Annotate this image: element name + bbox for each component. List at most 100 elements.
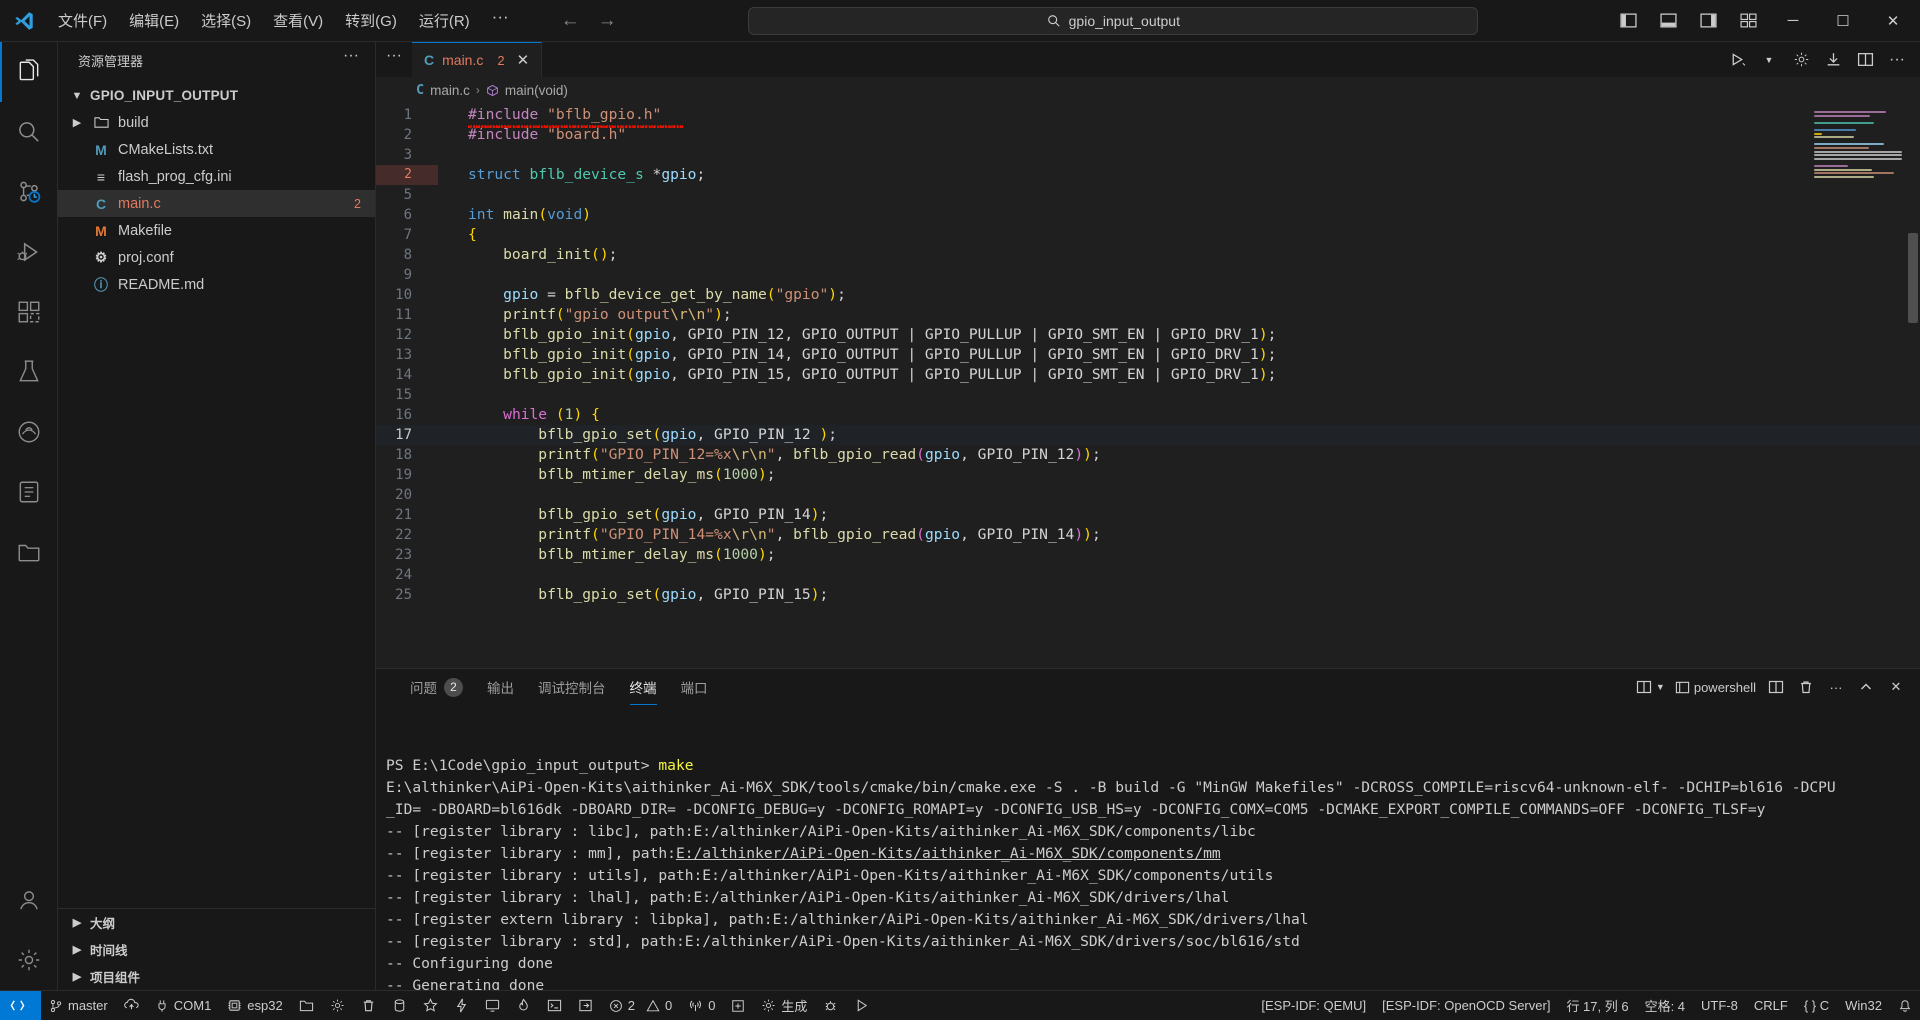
window-maximize-button[interactable]: ☐ <box>1820 0 1866 42</box>
panel-more-actions-icon[interactable]: ··· <box>1822 672 1850 702</box>
tree-item-cmakelists-txt[interactable]: M CMakeLists.txt <box>58 136 375 163</box>
chevron-down-icon[interactable]: ▼ <box>1754 42 1784 77</box>
code-line[interactable]: 9 <box>376 265 1920 285</box>
status-radio-tower[interactable]: 0 <box>680 991 723 1020</box>
panel-tab-problems[interactable]: 问题 2 <box>398 669 475 705</box>
account-icon[interactable] <box>0 870 58 930</box>
chevron-down-icon[interactable]: ▼ <box>1656 682 1665 692</box>
status-openocd[interactable]: [ESP-IDF: OpenOCD Server] <box>1374 991 1558 1020</box>
status-monitor-device[interactable] <box>477 991 508 1020</box>
toggle-primary-sidebar-icon[interactable] <box>1610 5 1646 37</box>
menu-go[interactable]: 转到(G) <box>335 6 407 35</box>
terminal-link[interactable]: E:/althinker/AiPi-Open-Kits/aithinker_Ai… <box>676 845 1221 862</box>
panel-tab-ports[interactable]: 端口 <box>669 669 720 705</box>
code-line[interactable]: 2 #include "board.h" <box>376 125 1920 145</box>
status-encoding[interactable]: UTF-8 <box>1693 991 1746 1020</box>
code-line[interactable]: 12 bflb_gpio_init(gpio, GPIO_PIN_12, GPI… <box>376 325 1920 345</box>
code-line[interactable]: 24 <box>376 565 1920 585</box>
code-line[interactable]: 18 printf("GPIO_PIN_12=%x\r\n", bflb_gpi… <box>376 445 1920 465</box>
code-line[interactable]: 8 board_init(); <box>376 245 1920 265</box>
code-line[interactable]: 11 printf("gpio output\r\n"); <box>376 305 1920 325</box>
menu-edit[interactable]: 编辑(E) <box>119 6 189 35</box>
toggle-secondary-sidebar-icon[interactable] <box>1690 5 1726 37</box>
status-eol[interactable]: CRLF <box>1746 991 1796 1020</box>
tree-item-main-c[interactable]: Cmain.c 2 <box>58 190 375 217</box>
download-icon[interactable] <box>1818 42 1848 77</box>
search-input[interactable]: gpio_input_output <box>748 6 1479 35</box>
code-line[interactable]: 13 bflb_gpio_init(gpio, GPIO_PIN_14, GPI… <box>376 345 1920 365</box>
status-problems[interactable]: 2 0 <box>601 991 680 1020</box>
tree-item-makefile[interactable]: M Makefile <box>58 217 375 244</box>
activity-explorer-icon[interactable] <box>0 42 58 102</box>
window-minimize-button[interactable]: ─ <box>1770 0 1816 42</box>
editor-scrollbar[interactable] <box>1906 103 1920 668</box>
code-line[interactable]: 25 bflb_gpio_set(gpio, GPIO_PIN_15); <box>376 585 1920 605</box>
status-indentation[interactable]: 空格: 4 <box>1637 991 1693 1020</box>
remote-indicator[interactable] <box>0 990 41 1020</box>
panel-tab-output[interactable]: 输出 <box>475 669 526 705</box>
sidebar-section-timeline[interactable]: ▶ 时间线 <box>58 936 375 963</box>
tree-item-flash-prog-cfg-ini[interactable]: ≡ flash_prog_cfg.ini <box>58 163 375 190</box>
code-line[interactable]: 6 int main(void) <box>376 205 1920 225</box>
status-favorite-star[interactable] <box>415 991 446 1020</box>
code-line[interactable]: 16 while (1) { <box>376 405 1920 425</box>
status-qemu[interactable]: [ESP-IDF: QEMU] <box>1253 991 1374 1020</box>
code-line[interactable]: 4struct bflb_device_s *gpio; <box>376 165 1920 185</box>
code-line[interactable]: 14 bflb_gpio_init(gpio, GPIO_PIN_15, GPI… <box>376 365 1920 385</box>
run-code-icon[interactable] <box>1722 42 1752 77</box>
activity-extensions-icon[interactable] <box>0 282 58 342</box>
code-line[interactable]: 20 <box>376 485 1920 505</box>
code-line[interactable]: 19 bflb_mtimer_delay_ms(1000); <box>376 465 1920 485</box>
status-flame-icon[interactable] <box>508 991 539 1020</box>
status-signin-icon[interactable] <box>570 991 601 1020</box>
maximize-panel-icon[interactable] <box>1852 672 1880 702</box>
editor-scrollbar-thumb[interactable] <box>1908 233 1918 323</box>
status-build-flash-monitor[interactable] <box>446 991 477 1020</box>
breadcrumb-file[interactable]: main.c <box>430 83 470 98</box>
tree-root-folder[interactable]: ▼ GPIO_INPUT_OUTPUT <box>58 82 375 109</box>
terminal-shell-selector[interactable]: powershell <box>1671 672 1760 702</box>
activity-esp-idf-icon[interactable] <box>0 402 58 462</box>
activity-search-icon[interactable] <box>0 102 58 162</box>
new-terminal-icon[interactable] <box>1762 672 1790 702</box>
toggle-panel-icon[interactable] <box>1650 5 1686 37</box>
customize-layout-icon[interactable] <box>1730 5 1766 37</box>
panel-tab-debug-console[interactable]: 调试控制台 <box>526 669 618 705</box>
code-line[interactable]: 5 <box>376 185 1920 205</box>
code-editor[interactable]: 1 #include "bflb_gpio.h" 2 #include "board.… <box>376 103 1920 668</box>
settings-gear-icon[interactable] <box>1786 42 1816 77</box>
code-line[interactable]: 3 <box>376 145 1920 165</box>
kill-terminal-icon[interactable] <box>1792 672 1820 702</box>
status-flash-device[interactable] <box>384 991 415 1020</box>
status-build-button[interactable]: 生成 <box>753 991 815 1020</box>
terminal-output[interactable]: PS E:\1Code\gpio_input_output> make E:\al… <box>376 705 1920 990</box>
sidebar-section-outline[interactable]: ▶ 大纲 <box>58 909 375 936</box>
panel-tab-terminal[interactable]: 终端 <box>618 669 669 705</box>
manage-settings-gear-icon[interactable] <box>0 930 58 990</box>
split-terminal-icon[interactable]: ▼ <box>1632 672 1669 702</box>
code-content[interactable]: 1 #include "bflb_gpio.h" 2 #include "board.… <box>376 103 1920 668</box>
status-debug-icon[interactable] <box>815 991 846 1020</box>
arrow-right-icon[interactable]: → <box>598 10 617 32</box>
status-serial-port[interactable]: COM1 <box>147 991 220 1020</box>
status-full-clean[interactable] <box>353 991 384 1020</box>
menu-file[interactable]: 文件(F) <box>48 6 117 35</box>
status-notifications-bell-icon[interactable] <box>1890 991 1920 1020</box>
breadcrumb-symbol[interactable]: main(void) <box>505 83 568 98</box>
activity-testing-icon[interactable] <box>0 342 58 402</box>
code-line[interactable]: 23 bflb_mtimer_delay_ms(1000); <box>376 545 1920 565</box>
sidebar-more-actions-button[interactable]: ··· <box>335 47 367 73</box>
status-git-branch[interactable]: master <box>41 991 116 1020</box>
tab-close-icon[interactable]: ✕ <box>517 51 530 69</box>
editor-more-actions-icon[interactable]: ··· <box>1882 42 1912 77</box>
status-platform[interactable]: Win32 <box>1837 991 1890 1020</box>
activity-folder-view-icon[interactable] <box>0 522 58 582</box>
status-language-mode[interactable]: { } C <box>1796 991 1837 1020</box>
tree-item-proj-conf[interactable]: ⚙ proj.conf <box>58 244 375 271</box>
menu-overflow-button[interactable]: ··· <box>480 5 521 37</box>
status-add-icon[interactable] <box>723 991 753 1020</box>
sidebar-section-project-components[interactable]: ▶ 项目组件 <box>58 963 375 990</box>
menu-run[interactable]: 运行(R) <box>409 6 480 35</box>
tree-item-readme-md[interactable]: ⓘ README.md <box>58 271 375 298</box>
activity-source-control-icon[interactable] <box>0 162 58 222</box>
